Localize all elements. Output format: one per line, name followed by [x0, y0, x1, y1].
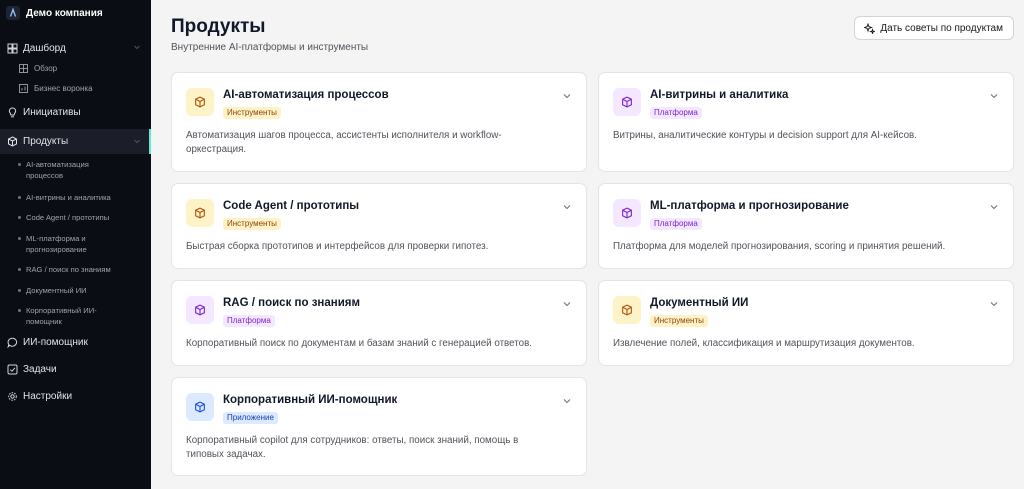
sidebar-item-products[interactable]: Продукты [0, 129, 151, 154]
product-title: ML-платформа и прогнозирование [650, 200, 849, 212]
product-card[interactable]: ML-платформа и прогнозирование Платформа… [598, 183, 1014, 269]
product-title: AI-витрины и аналитика [650, 89, 789, 101]
sidebar-product-link[interactable]: Документный ИИ [0, 285, 151, 296]
product-description: Витрины, аналитические контуры и decisio… [613, 130, 917, 141]
chat-icon [6, 336, 18, 348]
sidebar-item-label: Продукты [23, 136, 69, 147]
chevron-down-icon[interactable] [562, 88, 572, 106]
chevron-down-icon [133, 137, 141, 148]
bars-icon [18, 83, 28, 93]
page-title: Продукты [171, 16, 266, 37]
box-icon [186, 393, 214, 421]
sidebar-item-settings[interactable]: Настройки [0, 386, 151, 406]
sidebar-item-label: Задачи [23, 363, 57, 375]
sidebar-item-label: Дашборд [23, 42, 66, 54]
product-category-badge: Платформа [223, 315, 275, 327]
sidebar-item-tasks[interactable]: Задачи [0, 359, 151, 379]
lightbulb-icon [6, 106, 18, 118]
box-icon [6, 136, 18, 148]
product-category-badge: Приложение [223, 412, 278, 424]
product-card[interactable]: RAG / поиск по знаниям Платформа Корпора… [171, 280, 587, 366]
product-card[interactable]: Документный ИИ Инструменты Извлечение по… [598, 280, 1014, 366]
sidebar-subitem-label: Бизнес воронка [34, 83, 93, 93]
product-category-badge: Инструменты [223, 107, 281, 119]
sidebar-item-initiatives[interactable]: Инициативы [0, 102, 151, 122]
sidebar-product-link[interactable]: RAG / поиск по знаниям [0, 264, 151, 275]
company-switcher[interactable]: Демо компания [0, 0, 151, 26]
chevron-down-icon[interactable] [989, 296, 999, 314]
page-subtitle: Внутренние AI-платформы и инструменты [171, 42, 369, 53]
product-card[interactable]: AI-витрины и аналитика Платформа Витрины… [598, 72, 1014, 172]
sidebar-product-link[interactable]: AI-витрины и аналитика [0, 192, 151, 203]
box-icon [613, 296, 641, 324]
product-description: Корпоративный поиск по документам и база… [186, 338, 533, 349]
product-category-badge: Инструменты [650, 315, 708, 327]
product-title: Корпоративный ИИ-помощник [223, 394, 398, 406]
checkbox-icon [6, 363, 18, 375]
box-icon [186, 88, 214, 116]
gear-icon [6, 390, 18, 402]
product-description: Платформа для моделей прогнозирования, s… [613, 241, 946, 252]
main-content: Продукты Внутренние AI-платформы и инстр… [151, 0, 1024, 489]
product-title: AI-автоматизация процессов [223, 89, 389, 101]
product-description: Извлечение полей, классификация и маршру… [613, 338, 915, 349]
product-title: Документный ИИ [650, 297, 749, 309]
product-category-badge: Платформа [650, 107, 702, 119]
company-name: Демо компания [26, 7, 103, 19]
box-icon [186, 199, 214, 227]
chevron-down-icon[interactable] [562, 393, 572, 411]
product-description: Корпоративный copilot для сотрудников: о… [186, 435, 519, 460]
grid-icon [18, 63, 28, 73]
sidebar-product-link[interactable]: ML-платформа и прогнозирование [0, 233, 100, 255]
product-card[interactable]: Корпоративный ИИ-помощник Приложение Кор… [171, 377, 587, 476]
sidebar-item-label: ИИ-помощник [23, 336, 88, 348]
chevron-down-icon[interactable] [989, 88, 999, 106]
sidebar-item-label: Настройки [23, 390, 73, 402]
product-card[interactable]: Code Agent / прототипы Инструменты Быстр… [171, 183, 587, 269]
sidebar-subitem-funnel[interactable]: Бизнес воронка [0, 78, 151, 98]
product-description: Быстрая сборка прототипов и интерфейсов … [186, 241, 489, 252]
box-icon [613, 88, 641, 116]
product-title: Code Agent / прототипы [223, 200, 360, 212]
sidebar-product-link[interactable]: Code Agent / прототипы [0, 212, 151, 223]
product-card[interactable]: AI-автоматизация процессов Инструменты А… [171, 72, 587, 172]
sidebar-nav: Дашборд Обзор Бизнес воронка Инициативы [0, 38, 151, 406]
sparkles-icon [864, 22, 876, 34]
product-advice-button[interactable]: Дать советы по продуктам [854, 16, 1014, 40]
products-submenu: AI-автоматизация процессов AI-витрины и … [0, 159, 151, 327]
sidebar-item-label: Инициативы [23, 106, 81, 118]
sidebar: Демо компания Дашборд Обзор Бизнес ворон… [0, 0, 151, 489]
product-description: Автоматизация шагов процесса, ассистенты… [186, 130, 502, 155]
product-title: RAG / поиск по знаниям [223, 297, 360, 309]
product-category-badge: Платформа [650, 218, 702, 230]
sidebar-product-link[interactable]: AI-автоматизация процессов [0, 159, 110, 181]
sidebar-item-dashboard[interactable]: Дашборд [0, 38, 151, 58]
chevron-down-icon[interactable] [562, 199, 572, 217]
product-advice-label: Дать советы по продуктам [880, 22, 1003, 34]
chevron-down-icon[interactable] [562, 296, 572, 314]
dashboard-icon [6, 42, 18, 54]
sidebar-subitem-label: Обзор [34, 63, 58, 73]
logo-icon [6, 6, 20, 20]
sidebar-item-assistant[interactable]: ИИ-помощник [0, 332, 151, 352]
box-icon [613, 199, 641, 227]
box-icon [186, 296, 214, 324]
sidebar-product-link[interactable]: Корпоративный ИИ-помощник [0, 305, 100, 327]
product-category-badge: Инструменты [223, 218, 281, 230]
chevron-down-icon [133, 43, 141, 54]
sidebar-subitem-overview[interactable]: Обзор [0, 58, 151, 78]
chevron-down-icon[interactable] [989, 199, 999, 217]
